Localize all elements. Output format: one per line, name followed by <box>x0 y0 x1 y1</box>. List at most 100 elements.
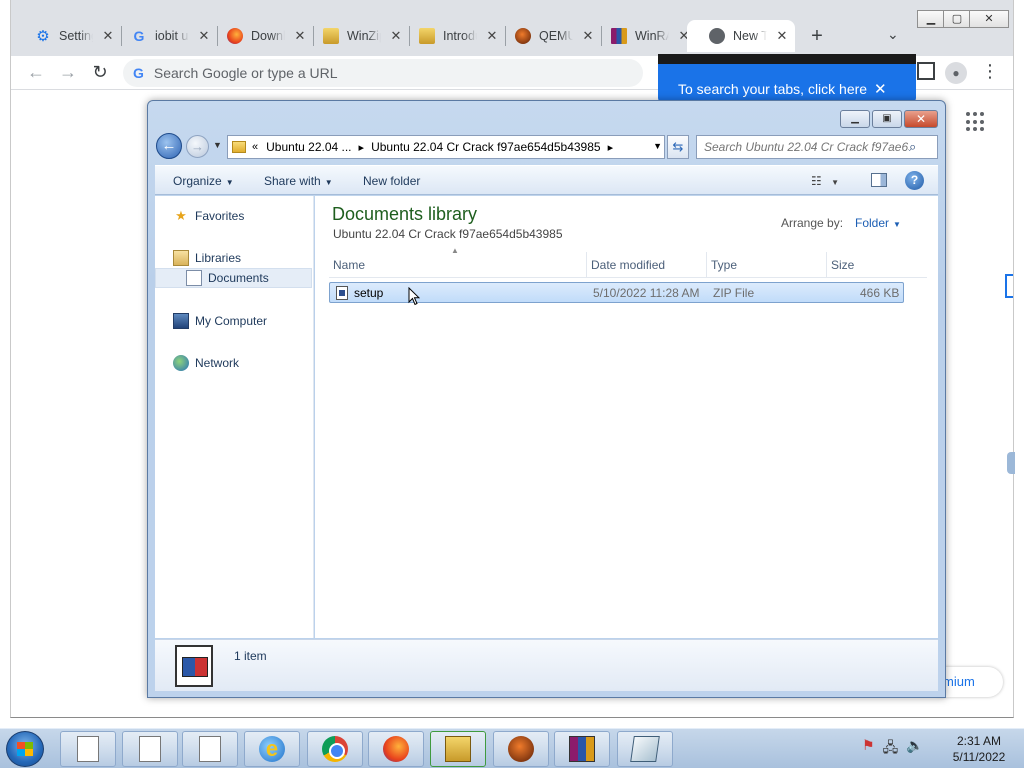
maximize-button[interactable]: ▣ <box>872 110 902 128</box>
star-icon: ★ <box>175 208 187 223</box>
forward-arrow-icon[interactable]: → <box>57 62 79 83</box>
nav-network[interactable]: Network <box>155 353 312 373</box>
chevron-down-icon[interactable]: ▼ <box>653 141 662 151</box>
tab-winzip[interactable]: WinZip ✕ <box>301 20 403 52</box>
change-view-button[interactable]: ☷ ▼ <box>811 174 839 188</box>
chrome-icon <box>322 736 348 762</box>
help-icon[interactable]: ? <box>905 171 924 190</box>
minimize-button[interactable]: ▁ <box>917 10 945 28</box>
google-icon: G <box>133 65 144 81</box>
item-count: 1 item <box>234 649 267 663</box>
arrange-by-value: Folder <box>855 216 890 230</box>
refresh-icon[interactable]: ⇆ <box>667 135 689 159</box>
omnibox[interactable]: G Search Google or type a URL <box>123 59 643 87</box>
tab-title: New Tab <box>733 29 767 43</box>
nav-libraries[interactable]: Libraries <box>155 248 312 268</box>
tab-settings[interactable]: ⚙ Settings ✕ <box>13 20 115 52</box>
column-header-date-modified[interactable]: Date modified <box>587 252 707 278</box>
column-header-type[interactable]: Type <box>707 252 827 278</box>
apps-grid-icon[interactable] <box>966 112 986 132</box>
qemu-icon <box>508 736 534 762</box>
profile-icon[interactable]: ● <box>945 62 967 84</box>
start-button[interactable] <box>6 731 44 767</box>
chevron-left-icon[interactable]: « <box>252 141 258 153</box>
taskbar-item-blank-3[interactable] <box>182 731 238 767</box>
nav-label: My Computer <box>195 314 268 328</box>
search-icon[interactable]: ⌕ <box>909 139 916 155</box>
arrange-by-dropdown[interactable]: Folder ▼ <box>855 216 901 230</box>
taskbar-item-winzip[interactable] <box>430 731 486 767</box>
nav-my-computer[interactable]: My Computer <box>155 311 312 331</box>
column-header-name[interactable]: Name <box>329 252 587 278</box>
share-with-label: Share with <box>264 174 321 188</box>
taskbar-item-chrome[interactable] <box>307 731 363 767</box>
mouse-cursor-icon <box>408 287 420 306</box>
reload-icon[interactable]: ↻ <box>89 62 111 83</box>
nav-favorites[interactable]: ★ Favorites <box>155 206 312 226</box>
details-pane: 1 item <box>155 639 938 691</box>
column-header-size[interactable]: Size <box>827 252 905 278</box>
command-bar: Organize ▼ Share with ▼ New folder ☷ ▼ ? <box>155 165 938 195</box>
breadcrumb-item[interactable]: Ubuntu 22.04 ... <box>266 140 351 154</box>
blank-page-icon <box>77 736 99 762</box>
computer-icon <box>173 313 189 329</box>
chevron-down-icon[interactable]: ⌄ <box>887 26 899 43</box>
forward-arrow-icon[interactable]: → <box>186 135 209 158</box>
qemu-icon <box>515 28 531 44</box>
file-date-modified: 5/10/2022 11:28 AM <box>593 286 700 300</box>
preview-pane-icon[interactable] <box>871 173 887 187</box>
maximize-button[interactable]: ▢ <box>943 10 971 28</box>
action-center-flag-icon[interactable]: ⚑ <box>862 737 875 761</box>
chevron-right-icon[interactable]: ▸ <box>359 141 365 154</box>
taskbar-item-qemu[interactable] <box>493 731 549 767</box>
clock[interactable]: 2:31 AM 5/11/2022 <box>940 733 1018 765</box>
taskbar-item-firefox[interactable] <box>368 731 424 767</box>
side-panel-icon[interactable] <box>917 62 935 80</box>
table-row[interactable]: setup 5/10/2022 11:28 AM ZIP File 466 KB <box>329 282 904 306</box>
kebab-menu-icon[interactable]: ⋮ <box>981 61 999 82</box>
share-with-button[interactable]: Share with ▼ <box>264 174 333 188</box>
taskbar-item-winrar[interactable] <box>554 731 610 767</box>
tab-introduction[interactable]: Introduction ✕ <box>397 20 499 52</box>
back-arrow-icon[interactable]: ← <box>156 133 182 159</box>
taskbar-item-notepad[interactable] <box>617 731 673 767</box>
chevron-down-icon[interactable]: ▼ <box>213 140 222 150</box>
new-folder-button[interactable]: New folder <box>363 174 420 188</box>
library-subtitle: Ubuntu 22.04 Cr Crack f97ae654d5b43985 <box>333 227 563 241</box>
tab-new-tab[interactable]: New Tab ✕ <box>687 20 795 52</box>
close-icon[interactable]: ✕ <box>874 80 887 98</box>
search-box[interactable]: ⌕ <box>696 135 938 159</box>
zip-file-icon <box>175 645 213 687</box>
file-size: 466 KB <box>860 286 900 300</box>
taskbar-item-blank-2[interactable] <box>122 731 178 767</box>
system-tray: ⚑ 🖧 🔈 <box>862 737 924 761</box>
tab-title: Introduction <box>443 29 477 43</box>
tab-download[interactable]: Download ✕ <box>205 20 307 52</box>
close-icon[interactable]: ✕ <box>775 28 789 44</box>
taskbar-item-blank-1[interactable] <box>60 731 116 767</box>
chevron-right-icon[interactable]: ▸ <box>608 141 614 154</box>
library-icon <box>173 250 189 266</box>
chrome-icon <box>709 28 725 44</box>
taskbar-item-internet-explorer[interactable]: e <box>244 731 300 767</box>
volume-icon[interactable]: 🔈 <box>906 737 923 761</box>
close-button[interactable]: ✕ <box>904 110 938 128</box>
explorer-window: ▁ ▣ ✕ ← → ▼ « Ubuntu 22.04 ... ▸ Ubuntu … <box>147 100 946 698</box>
address-bar[interactable]: « Ubuntu 22.04 ... ▸ Ubuntu 22.04 Cr Cra… <box>227 135 665 159</box>
omnibox-placeholder: Search Google or type a URL <box>153 65 338 81</box>
minimize-button[interactable]: ▁ <box>840 110 870 128</box>
nav-documents[interactable]: Documents <box>155 268 312 288</box>
tab-winrar[interactable]: WinRAR ✕ <box>589 20 691 52</box>
file-type: ZIP File <box>713 286 755 300</box>
organize-button[interactable]: Organize ▼ <box>173 174 234 188</box>
network-icon[interactable]: 🖧 <box>883 737 899 761</box>
back-arrow-icon[interactable]: ← <box>25 62 47 83</box>
tab-iobit[interactable]: G iobit uninstaller ✕ <box>109 20 211 52</box>
internet-explorer-icon: e <box>259 736 285 762</box>
tab-title: Download <box>251 29 285 43</box>
close-button[interactable]: ✕ <box>969 10 1009 28</box>
new-tab-button[interactable]: + <box>807 26 827 46</box>
search-input[interactable] <box>697 140 909 154</box>
tab-qemu[interactable]: QEMU ✕ <box>493 20 595 52</box>
breadcrumb-item[interactable]: Ubuntu 22.04 Cr Crack f97ae654d5b43985 <box>371 140 601 154</box>
